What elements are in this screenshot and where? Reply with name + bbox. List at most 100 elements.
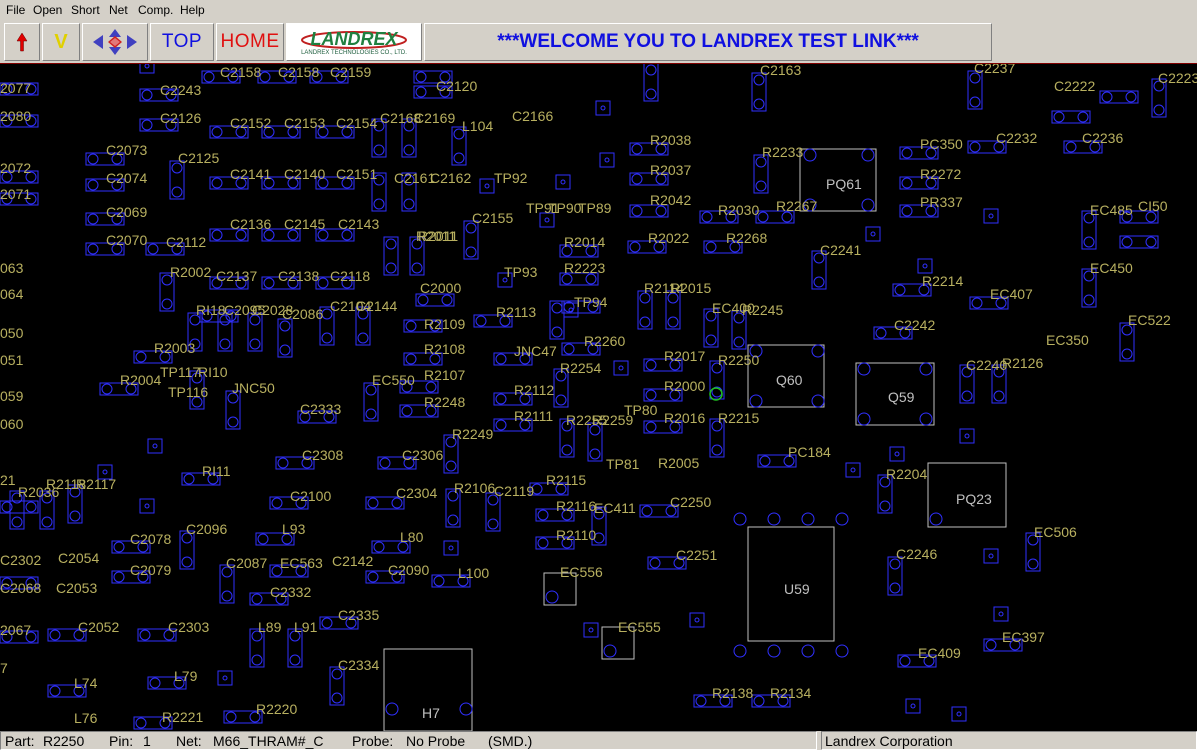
pad [417,294,429,306]
status-company: Landrex Corporation [821,731,1197,750]
pad [1077,111,1089,123]
pad [759,455,771,467]
component-label: C2223 [1158,70,1197,86]
menu-open[interactable]: Open [33,3,62,17]
pad [379,457,391,469]
pad [411,262,423,274]
component-label: C2143 [338,216,379,232]
pad [645,389,657,401]
pad [251,593,263,605]
menu-file[interactable]: File [6,3,25,17]
component-label: R2004 [120,372,161,388]
pad [589,448,601,460]
board-view[interactable]: 2077 C2158 C2158 C2159 C2163 C2237 C2223 C2243 C… [0,63,1197,731]
menu-net[interactable]: Net [109,3,128,17]
status-bar: Part: R2250 Pin: 1 Net: M66_THRAM#_C Pro… [0,731,1197,750]
pad [277,457,289,469]
test-point [443,540,459,556]
pad [259,71,271,83]
component-label: EC411 [594,500,636,516]
pad [993,390,1005,402]
pad [988,213,994,219]
pad [604,157,610,163]
component-label: JNC47 [514,343,557,359]
pin-value: 1 [143,733,151,749]
pad [425,381,437,393]
component-label: EC555 [618,619,661,635]
component-label: R2248 [424,394,465,410]
pcb-layout[interactable]: 2077 C2158 C2158 C2159 C2163 C2237 C2223 C2243 C… [0,64,1197,731]
pad [87,153,99,165]
component-label: R2215 [718,410,759,426]
pad [753,98,765,110]
pad [899,655,911,667]
pad [894,284,906,296]
home-button[interactable]: HOME [216,23,284,61]
pad [971,297,983,309]
logo-subtitle: LANDREX TECHNOLOGIES CO., LTD. [301,50,407,56]
pad [141,119,153,131]
component-label: L80 [400,529,424,545]
component-label: C2158 [278,64,319,80]
v-icon: V [54,30,68,53]
welcome-banner: ***WELCOME YOU TO LANDREX TEST LINK*** [424,23,992,61]
pin-label: Pin: [109,733,134,749]
component-label: C2119 [494,483,534,499]
menu-help[interactable]: Help [180,3,205,17]
menu-short[interactable]: Short [71,3,100,17]
component-label: R2245 [742,302,783,318]
menu-comp[interactable]: Comp. [138,3,173,17]
pad [365,408,377,420]
top-button[interactable]: TOP [150,23,214,61]
component-label: R2267 [776,198,817,214]
pad [495,419,507,431]
pad [803,148,817,162]
component-label: C2303 [168,619,209,635]
test-point [555,174,571,190]
component-outline [1051,110,1091,124]
pad [1083,236,1095,248]
component-label: 2067 [0,622,31,638]
pad [453,152,465,164]
component-label: R2260 [584,333,625,349]
pad [487,518,499,530]
component-label: R2111 [514,408,553,424]
pad [811,344,825,358]
menu-bar: File Open Short Net Comp. Help [0,0,1197,20]
component-label: R2022 [648,230,689,246]
component-label: C2154 [336,115,377,131]
test-point [613,360,629,376]
pad [733,336,745,348]
component-label: C2000 [420,280,461,296]
pad [222,675,228,681]
component-label: C2069 [106,204,147,220]
pad [279,344,291,356]
component-label: TP80 [624,402,658,418]
pad [459,702,473,716]
test-point [983,208,999,224]
pad [385,702,399,716]
pad [801,512,815,526]
pad [649,557,661,569]
v-button[interactable]: V [42,23,80,61]
pad [894,451,900,457]
component-label: C2308 [302,447,343,463]
component-label: C2166 [512,108,553,124]
pad [403,144,415,156]
up-arrow-button[interactable] [4,23,40,61]
component-label: C2246 [896,546,937,562]
pad [171,186,183,198]
component-label: R2016 [664,410,705,426]
component-label: C2222 [1054,78,1095,94]
pad [367,497,379,509]
pan-button[interactable] [82,23,148,61]
component-label: EC485 [1090,202,1133,218]
component-label: TP90 [548,200,582,216]
pad [956,711,962,717]
component-label: C2162 [430,170,471,186]
pad [667,316,679,328]
component-label: R2272 [920,166,961,182]
test-point [983,548,999,564]
pad [211,126,223,138]
pad [861,148,875,162]
